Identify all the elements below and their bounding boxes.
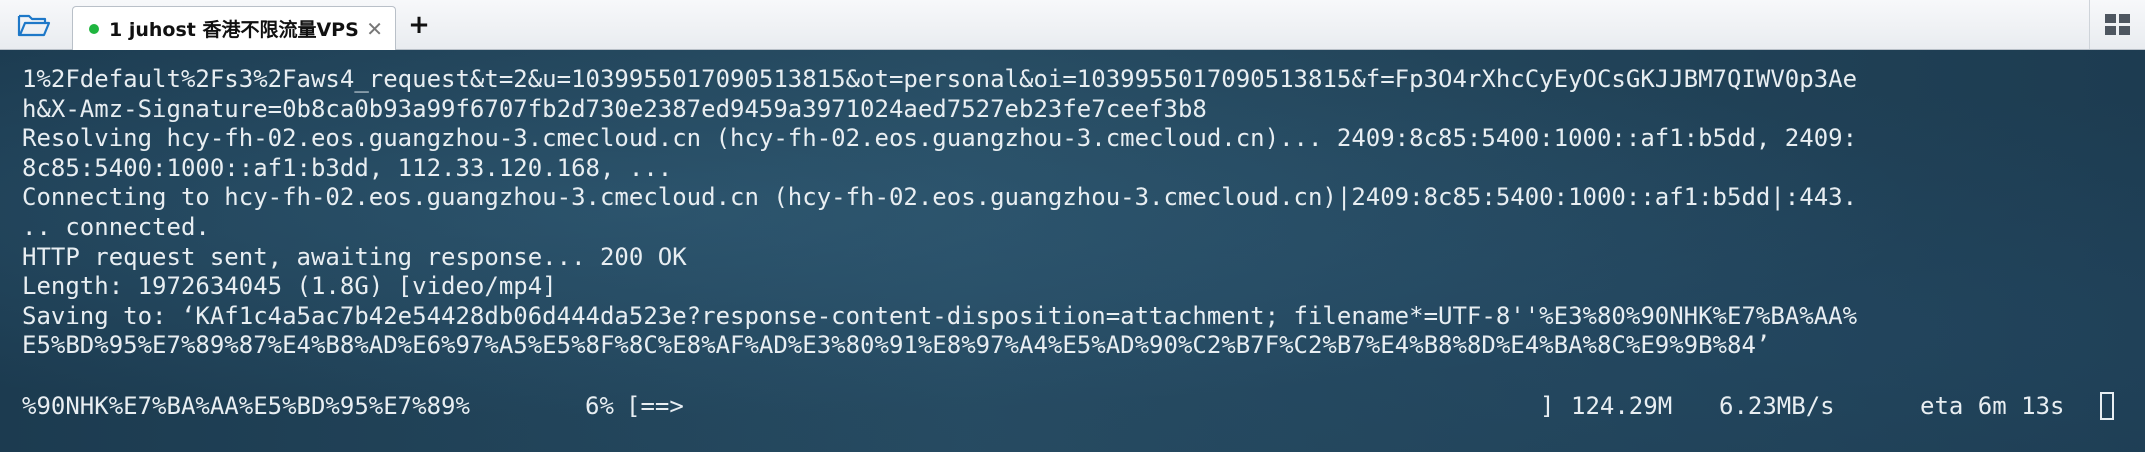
terminal-line: Saving to: ‘KAf1c4a5ac7b42e54428db06d444… [22, 301, 1858, 330]
folder-open-icon [17, 14, 51, 37]
download-progress: %90NHK%E7%BA%AA%E5%BD%95%E7%89% 6% [==> … [22, 391, 2122, 421]
terminal-line: .. connected. [22, 212, 210, 241]
terminal-line: 8c85:5400:1000::af1:b3dd, 112.33.120.168… [22, 153, 673, 182]
progress-bar-end: ] [1540, 392, 1555, 420]
terminal-output[interactable]: 1%2Fdefault%2Fs3%2Faws4_request&t=2&u=10… [0, 50, 2145, 452]
connection-status-icon [89, 23, 99, 34]
terminal-line: 1%2Fdefault%2Fs3%2Faws4_request&t=2&u=10… [22, 65, 1858, 93]
terminal-line: E5%BD%95%E7%89%87%E4%B8%AD%E6%97%A5%E5%8… [22, 331, 1771, 360]
terminal-cursor [2100, 392, 2114, 420]
terminal-lines: 1%2Fdefault%2Fs3%2Faws4_request&t=2&u=10… [22, 65, 1857, 391]
open-session-button[interactable] [14, 10, 54, 40]
progress-bar: [==> [626, 392, 684, 420]
tab-label: 1 juhost 香港不限流量VPS [109, 19, 359, 41]
layout-button[interactable] [2089, 0, 2145, 49]
new-tab-button[interactable]: + [404, 8, 434, 42]
tab-session-1[interactable]: 1 juhost 香港不限流量VPS ✕ [72, 6, 396, 50]
terminal-window: 1 juhost 香港不限流量VPS ✕ + 1%2Fdefault%2Fs3%… [0, 0, 2145, 452]
terminal-line: h&X-Amz-Signature=0b8ca0b93a99f6707fb2d7… [22, 94, 1207, 123]
progress-filename: %90NHK%E7%BA%AA%E5%BD%95%E7%89% [22, 392, 470, 420]
close-icon[interactable]: ✕ [366, 19, 383, 39]
download-speed: 6.23MB/s [1719, 392, 1835, 420]
terminal-line: HTTP request sent, awaiting response... … [22, 242, 687, 271]
download-eta: eta 6m 13s [1920, 392, 2065, 420]
grid-layout-icon [2105, 14, 2130, 35]
terminal-line: Connecting to hcy-fh-02.eos.guangzhou-3.… [22, 183, 1858, 212]
terminal-line: Length: 1972634045 (1.8G) [video/mp4] [22, 272, 557, 301]
terminal-line: Resolving hcy-fh-02.eos.guangzhou-3.cmec… [22, 124, 1858, 153]
progress-percent: 6% [585, 392, 614, 420]
downloaded-size: 124.29M [1571, 392, 1673, 420]
tab-bar: 1 juhost 香港不限流量VPS ✕ + [0, 0, 2145, 50]
